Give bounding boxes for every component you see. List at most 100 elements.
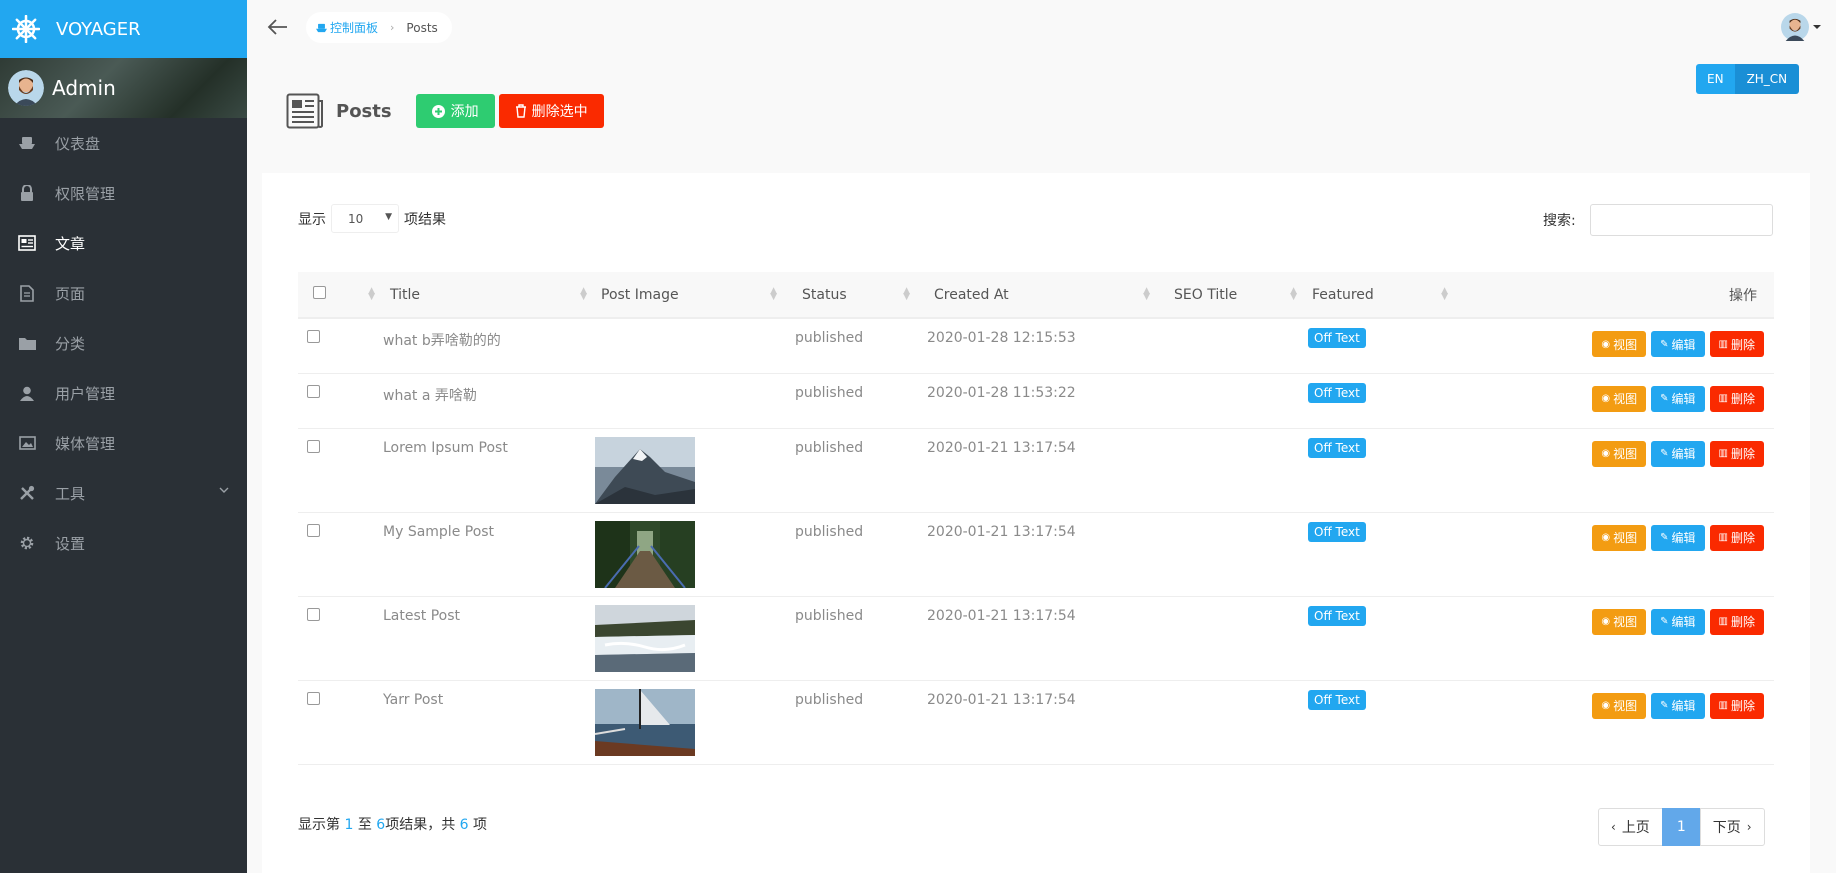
- column-header-featured[interactable]: Featured ▲ ▼: [1305, 272, 1456, 318]
- add-button-label: 添加: [450, 104, 479, 120]
- view-button[interactable]: ◉ 视图: [1592, 524, 1647, 551]
- view-button[interactable]: ◉ 视图: [1592, 385, 1647, 412]
- table-info: 显示第 1 至 6项结果，共 6 项: [298, 814, 487, 834]
- sort-icon[interactable]: ▲ ▼: [368, 287, 375, 302]
- delete-button[interactable]: ▥ 删除: [1709, 385, 1764, 412]
- delete-button[interactable]: ▥ 删除: [1709, 331, 1764, 357]
- sidebar-item-users[interactable]: 用户管理: [0, 368, 247, 418]
- edit-icon: ✎: [1660, 700, 1669, 711]
- edit-button[interactable]: ✎ 编辑: [1651, 331, 1705, 357]
- select-all-checkbox[interactable]: [313, 286, 326, 299]
- column-label: Title: [390, 286, 421, 303]
- eye-icon: ◉: [1601, 532, 1611, 543]
- table-row[interactable]: Lorem Ipsum Post published 2020-01-21 13:1…: [298, 428, 1774, 513]
- status-cell: published: [785, 596, 918, 681]
- sidebar-item-settings[interactable]: 设置: [0, 518, 247, 568]
- row-select-cell: [298, 596, 383, 681]
- sidebar-item-permissions[interactable]: 权限管理: [0, 168, 247, 218]
- sidebar-item-posts[interactable]: 文章: [0, 218, 247, 268]
- next-page-button[interactable]: 下页 ›: [1699, 808, 1765, 846]
- delete-label: 删除: [1730, 392, 1755, 406]
- tools-icon: [17, 483, 37, 503]
- lang-en-button[interactable]: EN: [1696, 64, 1735, 94]
- row-checkbox[interactable]: [307, 607, 320, 621]
- lang-zh-button[interactable]: ZH_CN: [1734, 64, 1800, 94]
- row-checkbox[interactable]: [307, 523, 320, 537]
- page-length-select[interactable]: 10 ▼: [331, 204, 399, 233]
- sidebar-item-media[interactable]: 媒体管理: [0, 418, 247, 468]
- view-button[interactable]: ◉ 视图: [1592, 608, 1647, 635]
- scrollbar[interactable]: [1836, 0, 1842, 873]
- view-button[interactable]: ◉ 视图: [1592, 331, 1647, 357]
- delete-button[interactable]: ▥ 删除: [1709, 440, 1764, 467]
- language-switcher: EN ZH_CN: [1696, 64, 1800, 94]
- actions-cell: ◉ 视图 ✎ 编辑 ▥ 删除: [1456, 512, 1774, 597]
- column-header-created-at[interactable]: Created At ▲ ▼: [918, 272, 1158, 318]
- page-number-button[interactable]: 1: [1661, 808, 1701, 846]
- delete-button[interactable]: ▥ 删除: [1709, 692, 1764, 719]
- bulk-delete-button[interactable]: 删除选中: [498, 94, 604, 128]
- edit-button[interactable]: ✎ 编辑: [1651, 608, 1705, 635]
- created-at-cell: 2020-01-21 13:17:54: [918, 680, 1158, 765]
- row-checkbox[interactable]: [307, 330, 320, 343]
- actions-cell: ◉ 视图 ✎ 编辑 ▥ 删除: [1456, 373, 1774, 429]
- table-row[interactable]: My Sample Post published 2020-01-21 13:17:…: [298, 512, 1774, 597]
- search-input[interactable]: [1589, 204, 1773, 236]
- lock-icon: [17, 183, 37, 203]
- delete-button[interactable]: ▥ 删除: [1709, 524, 1764, 551]
- column-header-seo-title[interactable]: SEO Title ▲ ▼: [1158, 272, 1305, 318]
- breadcrumb-separator: ›: [390, 21, 395, 34]
- seo-title-cell: [1158, 512, 1305, 597]
- add-button[interactable]: 添加: [415, 94, 495, 128]
- view-button[interactable]: ◉ 视图: [1592, 440, 1647, 467]
- user-menu[interactable]: [1781, 13, 1822, 41]
- table-row[interactable]: what a 弄啥勒 published 2020-01-28 11:53:22 Of…: [298, 373, 1774, 429]
- sidebar-item-categories[interactable]: 分类: [0, 318, 247, 368]
- breadcrumb-current: Posts: [406, 20, 438, 35]
- delete-label: 删除: [1730, 615, 1755, 629]
- row-checkbox[interactable]: [307, 439, 320, 453]
- column-header-title[interactable]: Title ▲ ▼: [383, 272, 595, 318]
- row-checkbox[interactable]: [307, 691, 320, 705]
- column-header-status[interactable]: Status ▲ ▼: [785, 272, 918, 318]
- edit-button[interactable]: ✎ 编辑: [1651, 385, 1705, 412]
- posts-table: ▲ ▼ Title ▲ ▼ Post Image ▲ ▼ Status ▲ ▼ Created…: [298, 272, 1774, 765]
- row-select-cell: [298, 680, 383, 765]
- posts-panel: 显示 10 ▼ 项结果 搜索: ▲ ▼ Title ▲ ▼ Post Image ▲ ▼ S…: [262, 173, 1810, 873]
- title-cell: Latest Post: [383, 596, 595, 681]
- news-icon: [286, 93, 323, 129]
- prev-page-button[interactable]: ‹ 上页: [1598, 808, 1663, 846]
- page-length-value: 10: [348, 211, 364, 226]
- folder-icon: [17, 333, 37, 353]
- seo-title-cell: [1158, 373, 1305, 429]
- brand[interactable]: VOYAGER: [0, 0, 247, 58]
- edit-button[interactable]: ✎ 编辑: [1651, 692, 1705, 719]
- edit-button[interactable]: ✎ 编辑: [1651, 440, 1705, 467]
- table-row[interactable]: Yarr Post published 2020-01-21 13:17:54 Off…: [298, 680, 1774, 765]
- edit-button[interactable]: ✎ 编辑: [1651, 524, 1705, 551]
- featured-badge: Off Text: [1308, 382, 1366, 403]
- table-row[interactable]: Latest Post published 2020-01-21 13:17:54 O…: [298, 596, 1774, 681]
- sidebar-item-pages[interactable]: 页面: [0, 268, 247, 318]
- row-checkbox[interactable]: [307, 384, 320, 398]
- column-header-post-image[interactable]: Post Image ▲ ▼: [595, 272, 785, 318]
- prev-label: 上页: [1621, 820, 1650, 836]
- sidebar-item-tools[interactable]: 工具: [0, 468, 247, 518]
- view-button[interactable]: ◉ 视图: [1592, 692, 1647, 719]
- sidebar-item-label: 仪表盘: [55, 134, 101, 153]
- profile[interactable]: Admin: [0, 58, 247, 118]
- breadcrumb-home[interactable]: 控制面板: [316, 19, 378, 36]
- search-label: 搜索:: [1543, 213, 1576, 229]
- post-image: [595, 436, 695, 504]
- delete-button[interactable]: ▥ 删除: [1709, 608, 1764, 635]
- breadcrumb: 控制面板 › Posts: [306, 12, 452, 43]
- table-row[interactable]: what b弄啥勒的的 published 2020-01-28 12:15:53 O…: [298, 318, 1774, 374]
- status-cell: published: [785, 512, 918, 597]
- status-cell: published: [785, 680, 918, 765]
- featured-cell: Off Text: [1305, 680, 1456, 765]
- info-text: 显示第: [298, 817, 340, 833]
- back-arrow-icon[interactable]: [267, 16, 289, 38]
- page-title: Posts: [336, 100, 392, 122]
- post-image-cell: [595, 428, 785, 513]
- sidebar-item-dashboard[interactable]: 仪表盘: [0, 118, 247, 168]
